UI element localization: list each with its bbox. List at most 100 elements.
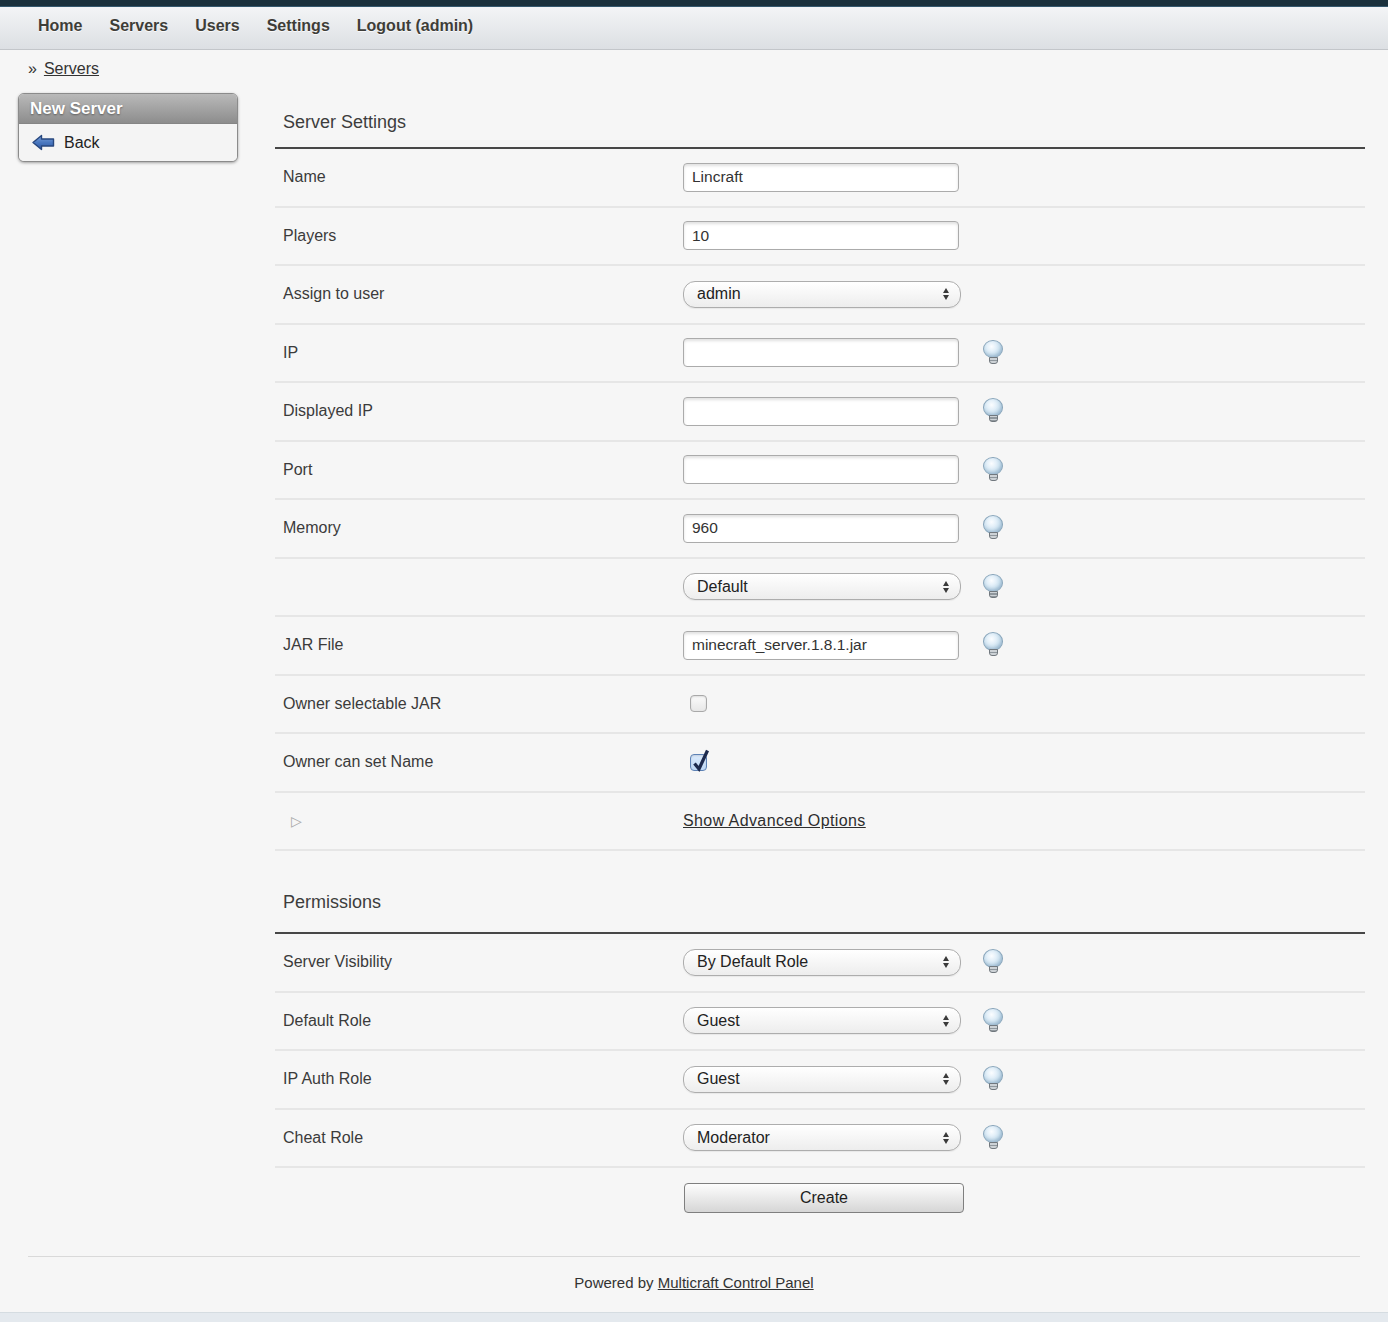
help-lightbulb-icon[interactable] [983, 1125, 1005, 1150]
main-nav: Home Servers Users Settings Logout (admin) [0, 7, 1388, 50]
select-value: Default [697, 578, 748, 596]
field-label: IP Auth Role [283, 1051, 372, 1108]
panel-title: New Server [19, 94, 237, 124]
nav-item-users: Users [195, 17, 239, 35]
form-area: Server SettingsNamePlayersAssign to user… [275, 99, 1365, 1228]
panel-body: Back [19, 124, 237, 161]
section-heading: Server Settings [275, 99, 1365, 149]
field-label: IP [283, 325, 298, 382]
expander-triangle-icon[interactable]: ▷ [291, 813, 302, 829]
footer: Powered by Multicraft Control Panel [0, 1274, 1388, 1291]
help-lightbulb-icon[interactable] [983, 1066, 1005, 1091]
help-lightbulb-icon[interactable] [983, 949, 1005, 974]
form-row: ▷ Show Advanced Options [275, 793, 1365, 852]
server-visibility-select[interactable]: By Default Role [683, 949, 961, 976]
nav-link[interactable]: Servers [109, 17, 168, 34]
select-stepper-icon [943, 288, 949, 300]
select-stepper-icon [943, 1132, 949, 1144]
new-server-panel: New Server Back [18, 93, 238, 162]
help-lightbulb-icon[interactable] [983, 632, 1005, 657]
field-label: Cheat Role [283, 1110, 363, 1167]
form-row: Name [275, 149, 1365, 208]
field-label: Assign to user [283, 266, 384, 323]
ip-input[interactable] [683, 338, 959, 367]
jar-file-input[interactable] [683, 631, 959, 660]
field-label: Memory [283, 500, 341, 557]
help-lightbulb-icon[interactable] [983, 574, 1005, 599]
section-title: Permissions [275, 892, 381, 932]
breadcrumb: » Servers [28, 59, 99, 79]
nav-link[interactable]: Logout (admin) [357, 17, 473, 34]
select-value: admin [697, 285, 741, 303]
select-stepper-icon [943, 581, 949, 593]
form-row: Default Role Guest [275, 993, 1365, 1052]
footer-divider [28, 1256, 1360, 1257]
select-stepper-icon [943, 956, 949, 968]
form-row: Server Visibility By Default Role [275, 934, 1365, 993]
breadcrumb-link-servers[interactable]: Servers [44, 60, 99, 78]
help-lightbulb-icon[interactable] [983, 515, 1005, 540]
create-button[interactable]: Create [684, 1183, 964, 1213]
section-heading: Permissions [275, 851, 1365, 934]
form-row: Owner selectable JAR [275, 676, 1365, 735]
breadcrumb-marker: » [28, 60, 37, 78]
cheat-role-select[interactable]: Moderator [683, 1124, 961, 1151]
section-title: Server Settings [275, 112, 406, 147]
select-stepper-icon [943, 1073, 949, 1085]
select-value: By Default Role [697, 953, 808, 971]
form-row: Displayed IP [275, 383, 1365, 442]
nav-item-logout-admin: Logout (admin) [357, 17, 473, 35]
nav-link[interactable]: Settings [267, 17, 330, 34]
help-lightbulb-icon[interactable] [983, 398, 1005, 423]
port-input[interactable] [683, 455, 959, 484]
field-label: Players [283, 208, 336, 265]
help-lightbulb-icon[interactable] [983, 1008, 1005, 1033]
footer-link-multicraft[interactable]: Multicraft Control Panel [658, 1274, 814, 1291]
form-row: JAR File [275, 617, 1365, 676]
nav-item-home: Home [38, 17, 82, 35]
select-value: Moderator [697, 1129, 770, 1147]
option-select[interactable]: Default [683, 573, 961, 600]
form-row: Port [275, 442, 1365, 501]
nav-item-servers: Servers [109, 17, 168, 35]
field-label: Default Role [283, 993, 371, 1050]
default-role-select[interactable]: Guest [683, 1007, 961, 1034]
form-row: Memory [275, 500, 1365, 559]
form-row: IP Auth Role Guest [275, 1051, 1365, 1110]
back-arrow-icon [32, 134, 55, 151]
nav-link[interactable]: Users [195, 17, 239, 34]
form-row: Owner can set Name [275, 734, 1365, 793]
help-lightbulb-icon[interactable] [983, 457, 1005, 482]
owner-selectable-jar-checkbox[interactable] [690, 695, 707, 712]
select-value: Guest [697, 1070, 740, 1088]
form-row: Create [275, 1168, 1365, 1228]
field-label: Owner selectable JAR [283, 676, 441, 733]
nav-item-settings: Settings [267, 17, 330, 35]
back-button[interactable]: Back [19, 134, 100, 152]
field-label: Server Visibility [283, 934, 392, 991]
select-stepper-icon [943, 1015, 949, 1027]
nav-link[interactable]: Home [38, 17, 82, 34]
form-row: IP [275, 325, 1365, 384]
owner-can-set-name-checkbox[interactable] [690, 754, 707, 771]
field-label: Port [283, 442, 312, 499]
field-label: JAR File [283, 617, 343, 674]
field-label: Displayed IP [283, 383, 373, 440]
form-row: Assign to user admin [275, 266, 1365, 325]
show-advanced-options-link[interactable]: Show Advanced Options [683, 812, 866, 830]
form-row: Default [275, 559, 1365, 618]
ip-auth-role-select[interactable]: Guest [683, 1066, 961, 1093]
name-input[interactable] [683, 163, 959, 192]
players-input[interactable] [683, 221, 959, 250]
form-row: Players [275, 208, 1365, 267]
displayed-ip-input[interactable] [683, 397, 959, 426]
help-lightbulb-icon[interactable] [983, 340, 1005, 365]
top-accent-bar [0, 0, 1388, 7]
checkmark-icon [691, 748, 711, 772]
form-row: Cheat Role Moderator [275, 1110, 1365, 1169]
bottom-accent-bar [0, 1312, 1388, 1322]
select-value: Guest [697, 1012, 740, 1030]
footer-text: Powered by [574, 1274, 657, 1291]
memory-input[interactable] [683, 514, 959, 543]
assign-to-user-select[interactable]: admin [683, 281, 961, 308]
